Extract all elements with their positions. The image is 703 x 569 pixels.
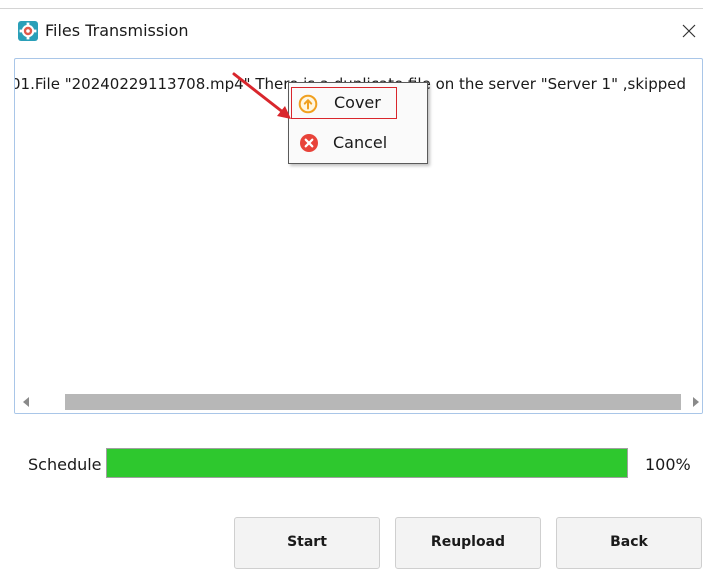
menu-item-label: Cover	[334, 93, 381, 112]
cancel-x-icon	[300, 134, 318, 152]
scroll-right-arrow-icon[interactable]	[693, 397, 699, 407]
back-button[interactable]: Back	[556, 517, 702, 569]
progress-percent: 100%	[645, 455, 691, 474]
start-button[interactable]: Start	[234, 517, 380, 569]
menu-item-label: Cancel	[333, 133, 388, 152]
menu-item-cancel[interactable]: Cancel	[291, 127, 425, 159]
horizontal-scrollbar[interactable]	[15, 391, 702, 413]
window-top-border	[0, 8, 703, 9]
reupload-button[interactable]: Reupload	[395, 517, 541, 569]
context-menu: Cover Cancel	[288, 82, 428, 164]
window-title: Files Transmission	[45, 21, 189, 40]
menu-item-cover[interactable]: Cover	[291, 87, 397, 119]
scrollbar-thumb[interactable]	[65, 394, 681, 410]
upload-arrow-icon	[298, 94, 318, 114]
progress-label: Schedule	[28, 455, 102, 474]
gear-app-icon	[18, 21, 38, 41]
close-icon[interactable]	[677, 19, 701, 43]
progress-bar	[106, 448, 628, 478]
progress-fill	[107, 449, 627, 477]
scroll-left-arrow-icon[interactable]	[23, 397, 29, 407]
